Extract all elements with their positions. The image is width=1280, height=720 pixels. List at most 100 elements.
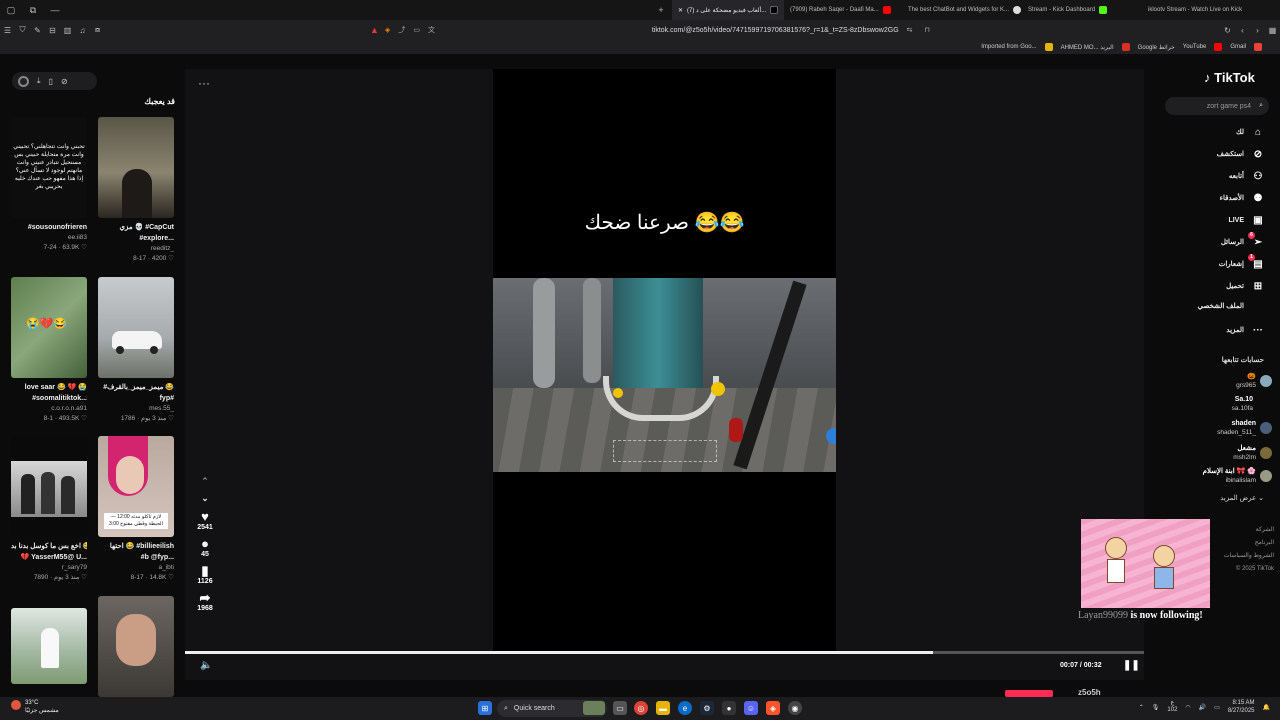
video-thumbnail[interactable] [11, 436, 87, 537]
video-thumbnail[interactable]: لازم تاكلو مدته 12:00 — الحيطة وقطي مفتو… [98, 436, 174, 537]
video-author[interactable]: mes.55_ [98, 404, 174, 414]
video-title-line2[interactable]: 💔 YasserM55@ U... [11, 552, 87, 563]
video-thumbnail[interactable] [98, 117, 174, 218]
following-account[interactable]: Sa.10 sa.10fa [1232, 395, 1253, 413]
nav-explore[interactable]: استكشف ⊘ [1217, 148, 1264, 160]
download-icon[interactable]: ⤓ [37, 76, 41, 86]
apps-grid-icon[interactable]: ▦ [1265, 20, 1280, 40]
bookmark-page-icon[interactable]: ⊓ [925, 26, 930, 34]
bookmark-ahmed[interactable]: AHMED MO... البريد [1061, 44, 1114, 51]
obs-icon[interactable]: ● [722, 701, 736, 715]
shield-icon[interactable]: ⛉ [15, 20, 30, 40]
video-title[interactable]: #ميمز_ميمز_بالقرف 😂 [98, 382, 174, 393]
nav-messages[interactable]: الرسائل ➢ 6 [1221, 232, 1264, 248]
menu-icon[interactable]: ☰ [0, 20, 15, 40]
video-card[interactable] [11, 608, 87, 684]
footer-link[interactable]: البرنامج [1224, 537, 1274, 550]
video-thumbnail[interactable]: 😭💔😂 [11, 277, 87, 378]
sidebar-icon[interactable]: ▥ [60, 20, 75, 40]
close-tab-icon[interactable]: ✕ [678, 7, 683, 14]
video-card[interactable]: مزي 💀 #CapCut #explore... reeditz_ 8-17 … [98, 117, 174, 264]
tab-youtube[interactable]: (7909) Rabeh Saqer - Daafi Ma... [784, 0, 902, 20]
following-account[interactable]: shaden shaden_511_ [1217, 419, 1272, 437]
following-account[interactable]: 🎃 grs965 [1236, 372, 1272, 390]
clock[interactable]: 8:15 AM 8/27/2025 [1228, 699, 1255, 715]
back-icon[interactable]: ‹ [1235, 20, 1250, 40]
window-menu-icon[interactable]: ▢ [0, 0, 22, 20]
video-card[interactable]: اخع بس ما كوسل بدنا بد 😂 💔 YasserM55@ U.… [11, 436, 87, 583]
search-icon[interactable]: ⌕ [1259, 102, 1263, 110]
video-thumbnail[interactable]: تحبني وانت تتجاهلني؟ تحبيني وانت مرة متح… [11, 117, 87, 218]
address-bar[interactable]: ▲ ◈ ⤴ ▭ 文 tiktok.com/@z5o5h/video/747159… [370, 22, 930, 38]
video-thumbnail[interactable] [98, 596, 174, 697]
nav-live[interactable]: LIVE ▣ [1228, 214, 1264, 226]
video-author[interactable]: r_sary79 [11, 563, 87, 573]
bookmark-gmail[interactable]: Gmail [1230, 44, 1246, 50]
video-author[interactable]: c.o.r.o.n.a91 [11, 404, 87, 414]
autoplay-toggle-icon[interactable] [18, 75, 29, 87]
video-card[interactable] [98, 596, 174, 697]
bookmark-icon[interactable]: ⊟ [45, 20, 60, 40]
weather-icon[interactable] [11, 700, 21, 710]
follow-button-peek[interactable] [1005, 690, 1053, 697]
video-thumbnail[interactable] [98, 277, 174, 378]
video-card[interactable]: تحبني وانت تتجاهلني؟ تحبيني وانت مرة متح… [11, 117, 87, 253]
previous-video-icon[interactable]: ⌃ [201, 476, 209, 487]
edge-icon[interactable]: e [678, 701, 692, 715]
bookmark-imported[interactable]: Imported from Goo... [981, 44, 1036, 50]
nav-notifications[interactable]: إشعارات ▤ 1 [1219, 254, 1264, 270]
discord-icon[interactable]: ☺ [744, 701, 758, 715]
nav-friends[interactable]: الأصدقاء ⚉ [1220, 192, 1264, 204]
minimize-icon[interactable]: — [44, 0, 66, 20]
video-title[interactable]: #sousounofrieren [11, 222, 87, 233]
tab-chatbot[interactable]: The best ChatBot and Widgets for K... [902, 0, 1022, 20]
video-author[interactable]: reeditz_ [98, 244, 174, 254]
show-more-link[interactable]: عرض المزيد ⌄ [1220, 494, 1264, 502]
share-icon[interactable]: ⤴ [398, 25, 405, 35]
tab-kick-stream[interactable]: iklootv Stream - Watch Live on Kick [1142, 0, 1280, 20]
task-view-icon[interactable]: ▭ [613, 701, 627, 715]
video-author[interactable]: ee.ii83 [11, 233, 87, 243]
url-text[interactable]: tiktok.com/@z5o5h/video/7471599719706381… [652, 27, 899, 34]
next-video-icon[interactable]: ⌄ [201, 493, 209, 504]
reload-icon[interactable]: ↻ [1220, 20, 1235, 40]
search-input[interactable]: zort game ps4 ⌕ [1165, 97, 1269, 115]
widget-thumbnail-icon[interactable] [583, 701, 605, 715]
video-title[interactable]: احتها 😂 #billieeilish [98, 541, 174, 552]
new-tab-button[interactable]: + [650, 0, 672, 20]
progress-bar[interactable] [185, 651, 1144, 654]
nav-more[interactable]: المزيد ··· [1226, 324, 1264, 336]
video-title[interactable]: اخع بس ما كوسل بدنا بد 😂 [11, 541, 87, 552]
video-title[interactable]: مزي 💀 #CapCut [98, 222, 174, 233]
video-card[interactable]: 😭💔😂 love saar 😂 💔 😭 #soomalitiktok... c.… [11, 277, 87, 424]
app-icon[interactable]: ◉ [788, 701, 802, 715]
nav-upload[interactable]: تحميل ⊞ [1226, 280, 1264, 292]
brave-shield-icon[interactable]: ◈ [385, 26, 390, 34]
tab-search-icon[interactable]: ⧉ [22, 0, 44, 20]
video-thumbnail[interactable] [11, 608, 87, 684]
mic-icon[interactable]: 🎙 [1152, 704, 1160, 711]
tune-icon[interactable]: ⇆ [907, 26, 913, 34]
nav-following[interactable]: أتابعه ⚇ [1229, 170, 1264, 182]
phone-icon[interactable]: ▯ [49, 77, 53, 86]
input-language[interactable]: ع 102 [1167, 700, 1177, 714]
compass-small-icon[interactable]: ⊘ [61, 77, 68, 86]
wifi-icon[interactable]: ◠ [1185, 704, 1190, 711]
chrome-icon[interactable]: ◎ [634, 701, 648, 715]
forward-icon[interactable]: › [1250, 20, 1265, 40]
video-author[interactable]: a_ibti [98, 563, 174, 573]
steam-icon[interactable]: ⚙ [700, 701, 714, 715]
tab-active[interactable]: ✕ (7) ألعاب فيديو مضحكة على د... [672, 0, 784, 20]
file-explorer-icon[interactable]: ▬ [656, 701, 670, 715]
chevron-up-icon[interactable]: ⌃ [1139, 704, 1144, 711]
pen-icon[interactable]: ✎ [30, 20, 45, 40]
tab-kick-dashboard[interactable]: Stream - Kick Dashboard [1022, 0, 1142, 20]
volume-icon[interactable]: 🔈 [200, 660, 212, 671]
notification-bell-icon[interactable]: 🔔 [1263, 704, 1270, 711]
tiktok-logo[interactable]: ♪ TikTok [1204, 70, 1255, 85]
nav-profile[interactable]: الملف الشخصي [1198, 302, 1244, 310]
comment-icon[interactable]: ● [201, 537, 209, 551]
screen-icon[interactable]: ▭ [413, 26, 420, 34]
following-account[interactable]: ابنة الإسلام 🎀 🌸 ibinalislam [1203, 467, 1272, 485]
save-icon[interactable]: ▮ [201, 564, 208, 578]
